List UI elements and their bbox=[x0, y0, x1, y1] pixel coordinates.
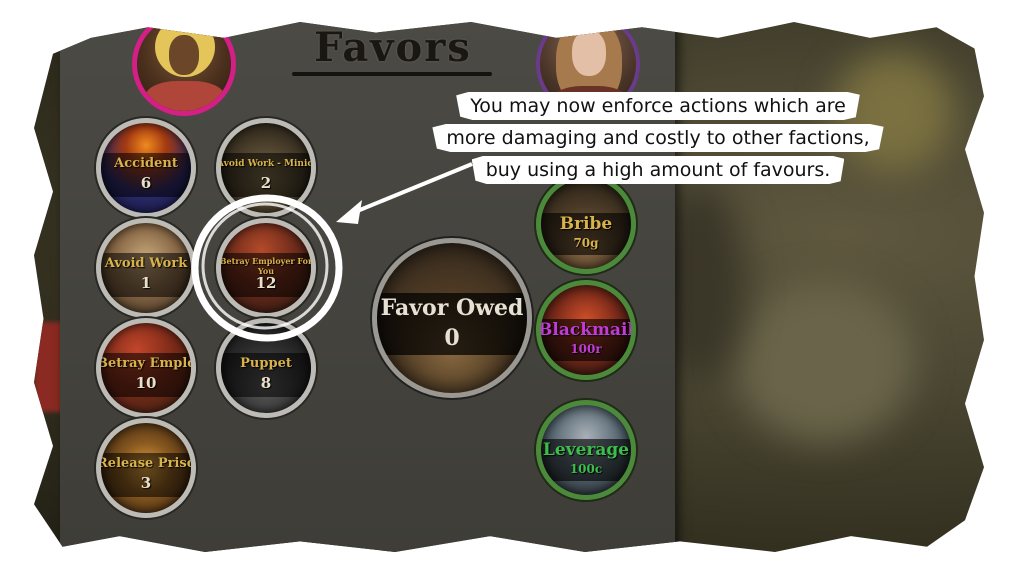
favor-accident[interactable]: Accident 6 bbox=[96, 118, 196, 218]
favor-count: 6 bbox=[140, 174, 152, 192]
favor-avoid-work[interactable]: Avoid Work 1 bbox=[96, 218, 196, 318]
favor-name: Accident bbox=[114, 156, 178, 171]
action-cost: 70g bbox=[573, 236, 599, 250]
callout-line: buy using a high amount of favours. bbox=[471, 156, 845, 184]
favor-count: 3 bbox=[140, 474, 152, 492]
favor-name: Betray Employer bbox=[97, 356, 196, 371]
title-divider bbox=[292, 72, 492, 76]
left-edge-decoration bbox=[34, 322, 62, 412]
callout-line: You may now enforce actions which are bbox=[456, 92, 860, 120]
action-blackmail[interactable]: Blackmail 100r bbox=[536, 280, 636, 380]
favor-owed-value: 0 bbox=[444, 325, 460, 351]
favor-count: 12 bbox=[255, 274, 277, 292]
action-name: Blackmail bbox=[538, 320, 634, 340]
favor-name: Release Prisoner bbox=[97, 456, 196, 471]
favor-puppet[interactable]: Puppet 8 bbox=[216, 318, 316, 418]
favor-count: 1 bbox=[140, 274, 152, 292]
action-cost: 100r bbox=[570, 342, 602, 356]
favor-count: 10 bbox=[135, 374, 157, 392]
favor-owed-label: Favor Owed bbox=[380, 295, 524, 321]
background-blur bbox=[734, 282, 914, 442]
favor-name: Puppet bbox=[240, 356, 292, 371]
callout-line: more damaging and costly to other factio… bbox=[432, 124, 884, 152]
panel-title: Favors bbox=[314, 24, 472, 71]
favor-name: Avoid Work bbox=[104, 256, 188, 271]
favor-count: 2 bbox=[260, 174, 272, 192]
tutorial-callout: You may now enforce actions which are mo… bbox=[428, 90, 888, 186]
action-name: Leverage bbox=[542, 440, 630, 460]
favor-betray-employer-for-you[interactable]: Betray Employer For You 12 bbox=[216, 218, 316, 318]
favor-name: Avoid Work - Minions bbox=[217, 159, 316, 169]
player-portrait[interactable] bbox=[132, 22, 236, 116]
favor-avoid-work-minions[interactable]: Avoid Work - Minions 2 bbox=[216, 118, 316, 218]
action-name: Bribe bbox=[559, 214, 613, 234]
favor-betray-employer[interactable]: Betray Employer 10 bbox=[96, 318, 196, 418]
screenshot-frame: Favors Accident 6 Avoid Work - Minions 2 bbox=[0, 0, 1024, 574]
favor-count: 8 bbox=[260, 374, 272, 392]
favor-name: Betray Employer For You bbox=[219, 256, 313, 276]
action-leverage[interactable]: Leverage 100c bbox=[536, 400, 636, 500]
favor-owed-medallion[interactable]: Favor Owed 0 bbox=[372, 238, 532, 398]
action-bribe[interactable]: Bribe 70g bbox=[536, 174, 636, 274]
favor-release-prisoner[interactable]: Release Prisoner 3 bbox=[96, 418, 196, 518]
action-cost: 100c bbox=[569, 462, 603, 476]
